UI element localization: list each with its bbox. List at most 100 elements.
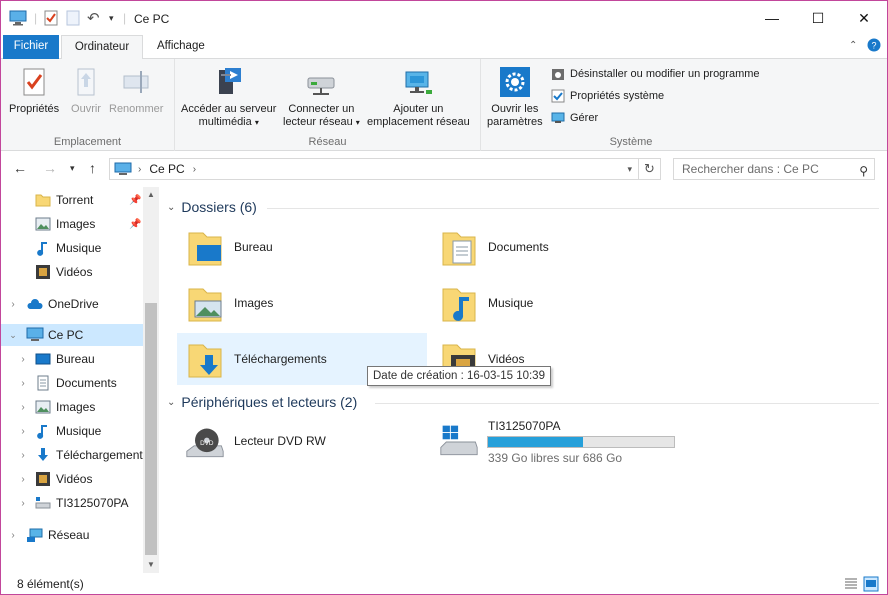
open-settings-button[interactable]: Ouvrir les paramètres [487, 65, 543, 129]
music-folder-icon [442, 288, 476, 322]
nav-label-videos: Vidéos [56, 472, 93, 486]
recent-locations-chevron-icon[interactable]: ▾ [70, 163, 75, 174]
properties-button[interactable]: Propriétés [9, 65, 59, 116]
group-label-systeme: Système [609, 136, 653, 148]
nav-item-musique-quick[interactable]: Musique [1, 237, 143, 259]
section-devices[interactable]: ⌄ Périphériques et lecteurs (2) [167, 394, 357, 410]
open-icon [69, 65, 103, 99]
open-button[interactable]: Ouvrir [69, 65, 103, 116]
expand-chevron-icon[interactable]: › [17, 378, 29, 389]
scrollbar-thumb[interactable] [145, 303, 157, 555]
scroll-up-icon[interactable]: ▲ [143, 187, 159, 203]
close-button[interactable]: ✕ [841, 1, 887, 35]
address-field[interactable]: › Ce PC › ▾ [109, 158, 639, 180]
new-folder-quick-icon[interactable] [65, 9, 81, 27]
toolbar-separator: | [34, 11, 38, 25]
add-location-label-2: emplacement réseau [367, 116, 470, 128]
nav-item-drive[interactable]: › TI3125070PA [1, 492, 143, 514]
rename-button[interactable]: Renommer [109, 65, 163, 116]
details-view-icon[interactable] [843, 576, 859, 592]
nav-item-videos-quick[interactable]: Vidéos [1, 261, 143, 283]
nav-label-images: Images [56, 400, 96, 414]
expand-chevron-icon[interactable]: › [17, 474, 29, 485]
help-icon[interactable]: ? [867, 38, 881, 55]
computer-icon [114, 162, 132, 175]
folder-tile-documents[interactable]: Documents [431, 221, 681, 273]
uninstall-program-button[interactable]: Désinstaller ou modifier un programme [551, 65, 760, 83]
address-dropdown-icon[interactable]: ▾ [627, 164, 632, 175]
expand-chevron-icon[interactable]: › [17, 354, 29, 365]
expand-chevron-icon[interactable]: › [17, 426, 29, 437]
ribbon: Propriétés Ouvrir Renommer Emplacement A… [1, 59, 887, 151]
large-icons-view-icon[interactable] [863, 576, 879, 592]
nav-label-documents: Documents [56, 376, 117, 390]
explorer-window: | ↶ ▾ | Ce PC — ☐ ✕ Fichier Ordinateur A… [0, 0, 888, 595]
pin-icon[interactable]: 📌 [129, 219, 141, 230]
up-arrow-icon[interactable]: ↑ [89, 160, 96, 176]
nav-label-onedrive: OneDrive [48, 297, 99, 311]
add-network-location-button[interactable]: Ajouter un emplacement réseau [367, 65, 470, 129]
folder-label-images: Images [234, 296, 274, 310]
breadcrumb-ce-pc[interactable]: Ce PC [149, 162, 184, 176]
nav-item-bureau[interactable]: › Bureau [1, 348, 143, 370]
collapse-chevron-icon[interactable]: ⌄ [167, 397, 175, 408]
settings-label-1: Ouvrir les [491, 103, 539, 115]
properties-icon [17, 65, 51, 99]
nav-item-musique[interactable]: › Musique [1, 420, 143, 442]
nav-label-ce-pc: Ce PC [48, 328, 84, 342]
expand-chevron-icon[interactable]: › [7, 299, 19, 310]
section-folders[interactable]: ⌄ Dossiers (6) [167, 199, 257, 215]
maximize-button[interactable]: ☐ [795, 1, 841, 35]
pin-icon[interactable]: 📌 [129, 195, 141, 206]
nav-item-torrent[interactable]: Torrent 📌 [1, 189, 143, 211]
folder-label-videos: Vidéos [488, 352, 525, 366]
back-arrow-icon[interactable]: ← [13, 160, 27, 176]
nav-item-documents[interactable]: › Documents [1, 372, 143, 394]
customize-toolbar-chevron-icon[interactable]: ▾ [109, 9, 114, 27]
folder-tile-images[interactable]: Images [177, 277, 427, 329]
minimize-button[interactable]: — [749, 1, 795, 35]
nav-scrollbar[interactable]: ▲ ▼ [143, 187, 159, 573]
manage-icon [551, 112, 565, 123]
collapse-chevron-icon[interactable]: ⌄ [7, 330, 19, 341]
media-server-label-2: multimédia ▾ [199, 116, 259, 129]
desktop-folder-icon [188, 232, 222, 266]
nav-item-ce-pc[interactable]: ⌄ Ce PC [1, 324, 143, 346]
search-input[interactable]: Rechercher dans : Ce PC ⚲ [673, 158, 875, 180]
nav-item-videos[interactable]: › Vidéos [1, 468, 143, 490]
tab-computer[interactable]: Ordinateur [61, 35, 143, 60]
breadcrumb-chevron-icon[interactable]: › [138, 164, 141, 175]
breadcrumb-chevron-icon[interactable]: › [193, 164, 196, 175]
system-properties-button[interactable]: Propriétés système [551, 87, 664, 105]
device-tile-dvd[interactable]: DVD Lecteur DVD RW [177, 415, 427, 467]
computer-icon [26, 327, 44, 341]
windows-drive-icon [440, 425, 478, 456]
search-icon[interactable]: ⚲ [859, 161, 868, 181]
nav-item-images[interactable]: › Images [1, 396, 143, 418]
tab-file[interactable]: Fichier [3, 35, 59, 59]
refresh-button[interactable]: ↻ [639, 158, 661, 180]
expand-chevron-icon[interactable]: › [17, 402, 29, 413]
nav-item-reseau[interactable]: › Réseau [1, 524, 143, 546]
nav-item-onedrive[interactable]: › OneDrive [1, 293, 143, 315]
map-network-drive-button[interactable]: Connecter un lecteur réseau ▾ [283, 65, 360, 129]
dvd-label: Lecteur DVD RW [234, 434, 326, 448]
expand-chevron-icon[interactable]: › [17, 450, 29, 461]
collapse-ribbon-icon[interactable]: ⌃ [849, 40, 857, 51]
expand-chevron-icon[interactable]: › [17, 498, 29, 509]
tab-view[interactable]: Affichage [149, 35, 213, 59]
properties-quick-icon[interactable] [43, 9, 59, 27]
folder-label-documents: Documents [488, 240, 549, 254]
scroll-down-icon[interactable]: ▼ [143, 557, 159, 573]
nav-label-videos-quick: Vidéos [56, 265, 93, 279]
manage-button[interactable]: Gérer [551, 109, 598, 127]
forward-arrow-icon[interactable]: → [43, 160, 57, 176]
nav-item-telechargement[interactable]: › Téléchargement [1, 444, 143, 466]
nav-item-images-quick[interactable]: Images 📌 [1, 213, 143, 235]
undo-icon[interactable]: ↶ [87, 9, 100, 27]
folder-tile-bureau[interactable]: Bureau [177, 221, 427, 273]
expand-chevron-icon[interactable]: › [7, 530, 19, 541]
folder-tile-musique[interactable]: Musique [431, 277, 681, 329]
media-server-button[interactable]: Accéder au serveur multimédia ▾ [181, 65, 276, 129]
collapse-chevron-icon[interactable]: ⌄ [167, 202, 175, 213]
